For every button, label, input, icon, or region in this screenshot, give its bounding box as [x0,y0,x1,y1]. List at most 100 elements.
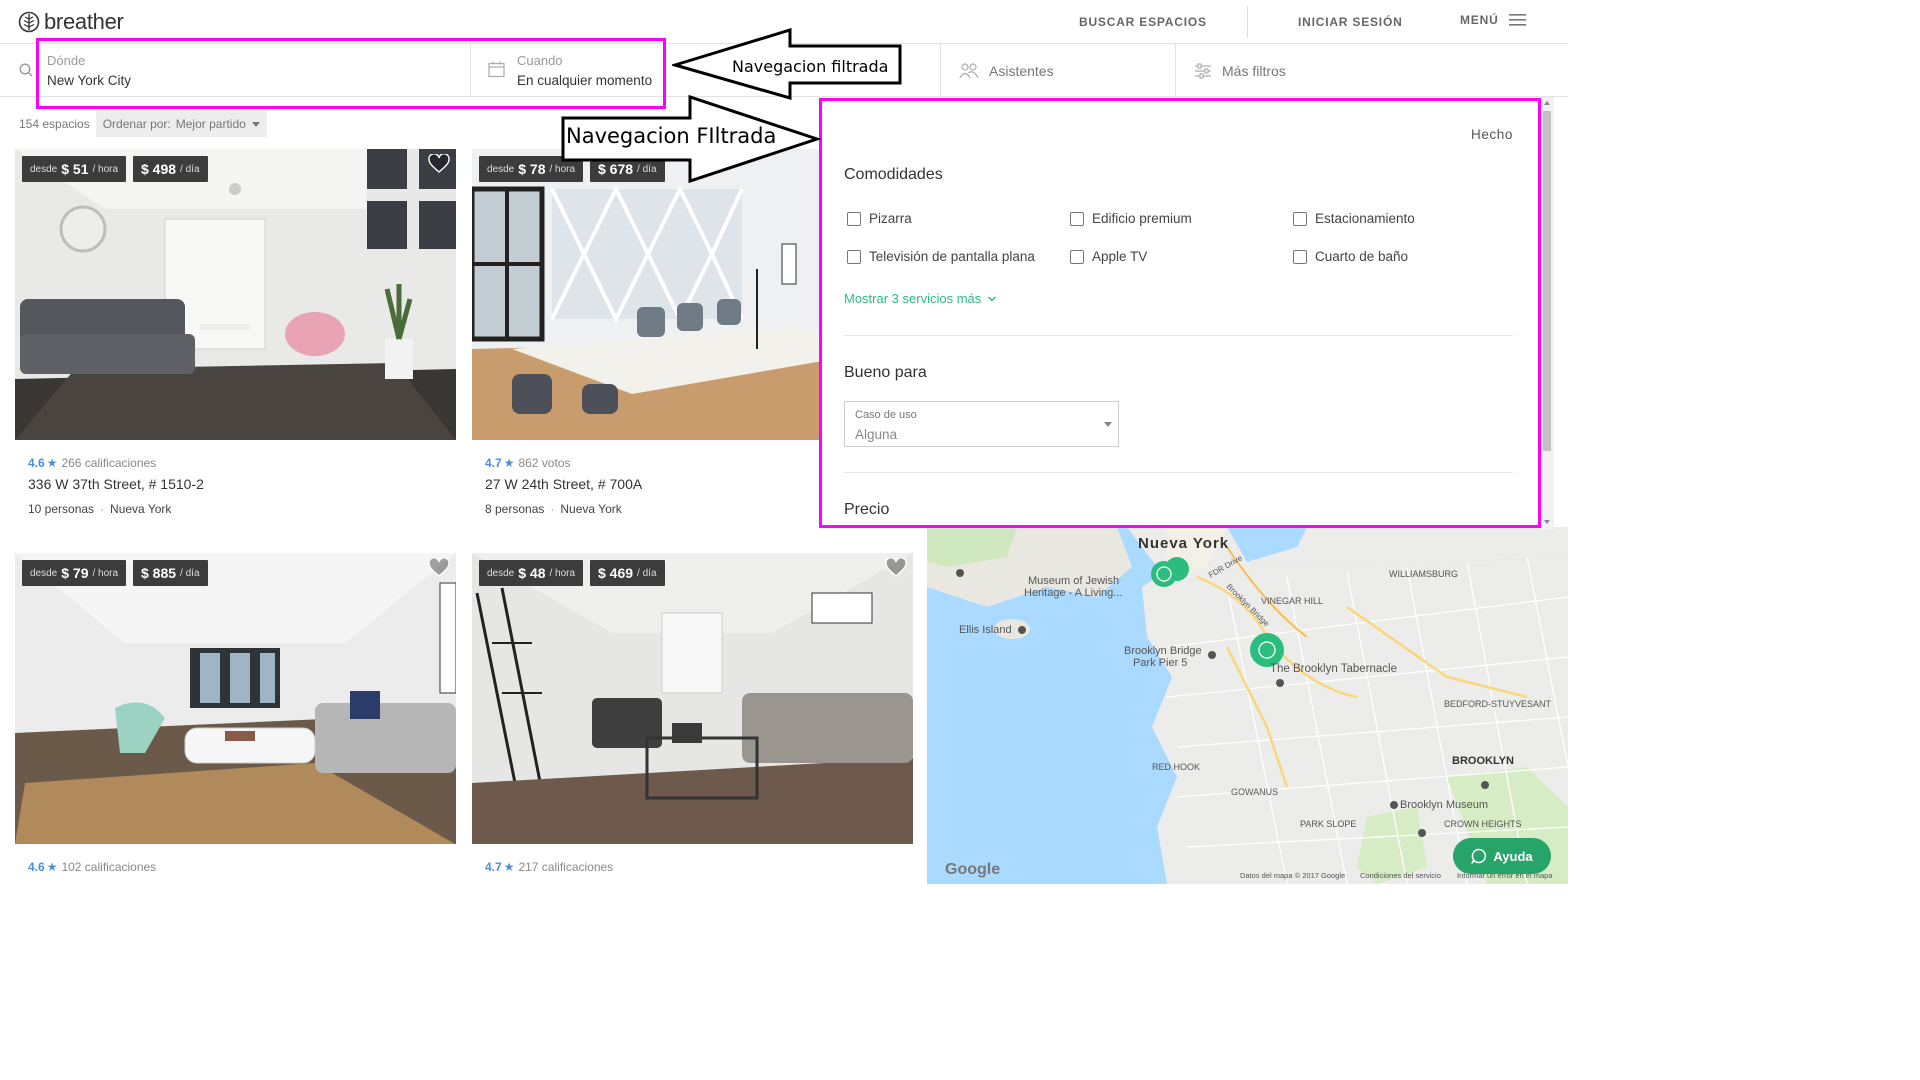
menu-button[interactable]: MENÚ [1460,13,1527,27]
nav-search-spaces-link[interactable]: BUSCAR ESPACIOS [1079,15,1207,29]
price-hour: $ 51 [61,161,89,177]
living-room-photo [15,149,456,440]
help-chat-button[interactable]: Ayuda [1453,838,1551,874]
per-day-label: / día [637,567,657,579]
panel-scrollbar[interactable] [1540,97,1554,530]
space-address[interactable]: 336 W 37th Street, # 1510-2 [28,476,456,492]
review-count: 217 calificaciones [518,860,614,874]
checkbox-box [847,249,861,264]
good-for-title: Bueno para [844,364,927,381]
rating-value: 4.7 [485,456,502,470]
rating-value: 4.6 [28,860,45,874]
price-hour: $ 48 [518,565,546,581]
space-photo[interactable]: desde $ 48 / hora $ 469 / día [472,553,913,844]
map-label-crown-heights: CROWN HEIGHTS [1444,819,1522,829]
more-filters-label: Más filtros [1222,62,1286,79]
map-label-gowanus: GOWANUS [1231,787,1279,797]
amenity-checkbox[interactable]: Estacionamiento [1293,211,1415,226]
favorite-heart-icon[interactable] [428,558,450,578]
per-hour-label: / hora [549,567,576,579]
section-divider [844,472,1513,473]
map-label-nueva-york: Nueva York [1138,535,1230,552]
space-photo[interactable]: desde $ 51 / hora $ 498 / día [15,149,456,440]
space-card[interactable]: desde $ 51 / hora $ 498 / día 4.6 ★ 266 … [15,149,456,516]
checkbox-box [1070,249,1084,264]
annotation-label-bottom: Navegacion FIltrada [566,124,777,148]
chevron-down-icon [988,295,997,302]
amenity-checkbox[interactable]: Televisión de pantalla plana [847,249,1035,264]
favorite-heart-icon[interactable] [885,558,907,578]
more-filters-button[interactable]: Más filtros [1176,44,1568,97]
amenity-label: Estacionamiento [1315,211,1415,226]
date-label: Cuando [517,53,563,68]
from-label: desde [487,567,515,579]
map-label-vinegar-hill: VINEGAR HILL [1261,596,1324,606]
price-per-day-badge: $ 469 / día [590,560,665,586]
price-day: $ 498 [141,161,177,177]
amenity-checkbox[interactable]: Apple TV [1070,249,1147,264]
attendees-filter-button[interactable]: Asistentes [941,44,1176,97]
help-label: Ayuda [1493,848,1533,864]
show-more-label: Mostrar 3 servicios más [844,291,982,306]
space-meta: 4.6 ★ 102 calificaciones [15,844,456,874]
location-value: New York City [47,73,132,88]
rating-row: 4.6 ★ 266 calificaciones [28,456,456,470]
map-label-brooklyn-museum: Brooklyn Museum [1400,799,1489,811]
done-button[interactable]: Hecho [1471,127,1513,142]
amenity-checkbox[interactable]: Edificio premium [1070,211,1192,226]
show-more-amenities-link[interactable]: Mostrar 3 servicios más [844,291,997,306]
checkbox-box [1293,211,1307,226]
results-sort-row: 154 espacios Ordenar por: Mejor partido [19,111,267,137]
amenity-checkbox[interactable]: Pizarra [847,211,912,226]
breather-logo[interactable]: breather [18,9,124,35]
map-label-bb-park-2: Park Pier 5 [1133,657,1188,669]
space-card[interactable]: desde $ 79 / hora $ 885 / día 4.6 ★ 102 … [15,553,456,874]
price-per-day-badge: $ 498 / día [133,156,208,182]
use-case-value: Alguna [855,427,898,442]
more-filters-button-inner: Más filtros [1176,44,1568,97]
search-icon [19,63,33,77]
space-card[interactable]: desde $ 48 / hora $ 469 / día 4.7 ★ 217 … [472,553,913,874]
results-map[interactable]: Nueva York Museum of Jewish Heritage - A… [927,527,1568,884]
checkbox-box [847,211,861,226]
capacity: 8 personas [485,502,545,516]
scrollbar-thumb[interactable] [1543,111,1551,451]
separator-dot: · [550,502,555,516]
calendar-icon [488,61,505,78]
star-icon: ★ [46,456,58,470]
filter-panel: Hecho Comodidades Pizarra Edificio premi… [820,99,1538,527]
annotation-label-top: Navegacion filtrada [732,57,889,76]
map-label-williamsburg: WILLIAMSBURG [1389,569,1459,579]
price-hour: $ 78 [518,161,546,177]
scroll-down-icon[interactable] [1544,520,1550,524]
review-count: 266 calificaciones [61,456,157,470]
price-per-day-badge: $ 885 / día [133,560,208,586]
amenities-title: Comodidades [844,166,943,183]
amenity-label: Pizarra [869,211,912,226]
hamburger-menu-icon [1508,14,1526,26]
amenity-checkbox[interactable]: Cuarto de baño [1293,249,1408,264]
nav-divider [1247,6,1248,38]
location-field[interactable]: Dónde New York City [37,44,471,97]
sliders-icon [1195,62,1211,79]
sort-value: Mejor partido [175,117,246,131]
use-case-select[interactable]: Caso de uso Alguna [844,401,1119,447]
from-label: desde [30,163,58,175]
map-label-museum: Museum of Jewish [1028,575,1120,587]
price-per-hour-badge: desde $ 79 / hora [22,560,127,586]
scroll-up-icon[interactable] [1544,101,1550,105]
per-hour-label: / hora [92,163,119,175]
office-lounge-photo [472,553,913,844]
space-photo[interactable]: desde $ 79 / hora $ 885 / día [15,553,456,844]
section-divider [844,335,1513,336]
nav-login-link[interactable]: INICIAR SESIÓN [1298,15,1403,29]
map-terms-link[interactable]: Condiciones del servicio [1360,871,1441,880]
sort-dropdown[interactable]: Ordenar por: Mejor partido [95,111,267,137]
separator-dot: · [100,502,105,516]
favorite-heart-icon[interactable] [428,154,450,174]
space-subinfo: 10 personas · Nueva York [28,502,456,516]
map-attribution: Datos del mapa © 2017 Google [1240,871,1346,880]
per-hour-label: / hora [92,567,119,579]
rating-row: 4.6 ★ 102 calificaciones [28,860,456,874]
menu-label: MENÚ [1460,13,1499,27]
